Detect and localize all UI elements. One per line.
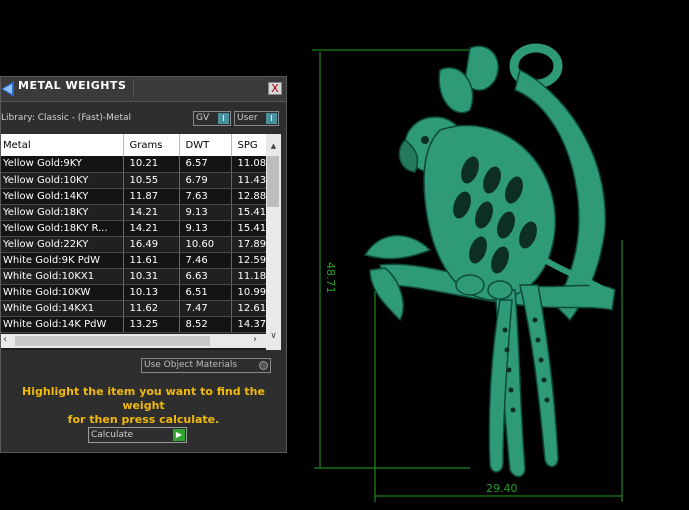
- cell-grams: 14.21: [123, 220, 180, 237]
- cell-metal: Yellow Gold:14KY: [1, 188, 124, 205]
- cell-grams: 11.87: [123, 188, 180, 205]
- cell-grams: 11.61: [123, 252, 180, 269]
- cell-grams: 14.21: [123, 204, 180, 221]
- cell-dwt: 6.57: [179, 156, 232, 173]
- table-horizontal-scrollbar[interactable]: ‹ ›: [1, 334, 266, 348]
- table-row[interactable]: Yellow Gold:18KY 14.21 9.13 15.41: [1, 204, 269, 221]
- cell-spg: 11.08: [231, 156, 269, 173]
- cell-dwt: 7.63: [179, 188, 232, 205]
- cell-metal: White Gold:14KX1: [1, 300, 124, 317]
- table-vertical-scrollbar[interactable]: ▲ ∨: [266, 134, 281, 350]
- cell-dwt: 9.13: [179, 204, 232, 221]
- table-row[interactable]: Yellow Gold:9KY 10.21 6.57 11.08: [1, 156, 269, 173]
- play-arrow-icon: ▶: [173, 429, 185, 441]
- gv-toggle-indicator: I: [218, 113, 229, 124]
- cell-metal: White Gold:10KX1: [1, 268, 124, 285]
- cell-spg: 10.99: [231, 284, 269, 301]
- use-object-materials-label: Use Object Materials: [144, 360, 238, 370]
- dimension-width-label: 29.40: [486, 482, 518, 495]
- cell-dwt: 7.46: [179, 252, 232, 269]
- cell-metal: White Gold:14K PdW: [1, 316, 124, 333]
- cell-dwt: 10.60: [179, 236, 232, 253]
- cell-dwt: 9.13: [179, 220, 232, 237]
- horizontal-scroll-thumb[interactable]: [15, 336, 210, 346]
- cell-spg: 14.37: [231, 316, 269, 333]
- cell-grams: 11.62: [123, 300, 180, 317]
- cell-metal: Yellow Gold:18KY R...: [1, 220, 124, 237]
- cell-grams: 10.31: [123, 268, 180, 285]
- table-row[interactable]: White Gold:14K PdW 13.25 8.52 14.37: [1, 316, 269, 333]
- table-row[interactable]: Yellow Gold:14KY 11.87 7.63 12.88: [1, 188, 269, 205]
- table-row[interactable]: Yellow Gold:10KY 10.55 6.79 11.43: [1, 172, 269, 189]
- app-logo-icon: [1, 81, 14, 97]
- cell-spg: 11.18: [231, 268, 269, 285]
- cell-grams: 13.25: [123, 316, 180, 333]
- close-button[interactable]: X: [268, 82, 282, 95]
- header-spg[interactable]: SPG: [231, 134, 269, 156]
- cell-spg: 12.88: [231, 188, 269, 205]
- cell-dwt: 7.47: [179, 300, 232, 317]
- table-row[interactable]: Yellow Gold:22KY 16.49 10.60 17.89: [1, 236, 269, 253]
- cell-metal: Yellow Gold:22KY: [1, 236, 124, 253]
- scroll-right-arrow-icon[interactable]: ›: [253, 334, 257, 345]
- cell-grams: 10.55: [123, 172, 180, 189]
- gv-toggle-label: GV: [196, 113, 210, 123]
- user-toggle-label: User: [237, 113, 258, 123]
- table-row[interactable]: White Gold:10KW 10.13 6.51 10.99: [1, 284, 269, 301]
- table-row[interactable]: White Gold:10KX1 10.31 6.63 11.18: [1, 268, 269, 285]
- cell-grams: 10.13: [123, 284, 180, 301]
- table-header-row: Metal Grams DWT SPG: [1, 134, 269, 156]
- cell-spg: 17.89: [231, 236, 269, 253]
- cell-spg: 15.41: [231, 220, 269, 237]
- calculate-button[interactable]: Calculate ▶: [88, 427, 187, 443]
- cell-spg: 11.43: [231, 172, 269, 189]
- library-label: Library: Classic - (Fast)-Metal: [1, 113, 132, 123]
- panel-title: METAL WEIGHTS: [18, 79, 127, 92]
- cell-metal: White Gold:9K PdW: [1, 252, 124, 269]
- instructions-line-1: Highlight the item you want to find the …: [22, 385, 265, 412]
- scroll-down-arrow-icon[interactable]: ∨: [266, 331, 281, 341]
- instructions-line-2: for then press calculate.: [67, 413, 220, 426]
- titlebar-divider: [133, 79, 264, 98]
- table-row[interactable]: Yellow Gold:18KY R... 14.21 9.13 15.41: [1, 220, 269, 237]
- radio-indicator-icon: [259, 361, 268, 370]
- header-dwt[interactable]: DWT: [179, 134, 232, 156]
- cell-metal: Yellow Gold:10KY: [1, 172, 124, 189]
- header-metal[interactable]: Metal: [1, 134, 124, 156]
- cell-grams: 10.21: [123, 156, 180, 173]
- cell-spg: 15.41: [231, 204, 269, 221]
- cell-dwt: 8.52: [179, 316, 232, 333]
- cell-metal: White Gold:10KW: [1, 284, 124, 301]
- scroll-left-arrow-icon[interactable]: ‹: [3, 334, 7, 345]
- use-object-materials-checkbox[interactable]: Use Object Materials: [141, 358, 271, 373]
- cell-dwt: 6.51: [179, 284, 232, 301]
- dimension-height-label: 48.71: [324, 262, 337, 294]
- user-toggle[interactable]: User I: [234, 111, 279, 126]
- table-row[interactable]: White Gold:9K PdW 11.61 7.46 12.59: [1, 252, 269, 269]
- cell-grams: 16.49: [123, 236, 180, 253]
- table-row[interactable]: White Gold:14KX1 11.62 7.47 12.61: [1, 300, 269, 317]
- metal-table[interactable]: Metal Grams DWT SPG Yellow Gold:9KY 10.21…: [1, 134, 281, 350]
- gv-toggle[interactable]: GV I: [193, 111, 231, 126]
- cell-dwt: 6.79: [179, 172, 232, 189]
- header-grams[interactable]: Grams: [123, 134, 180, 156]
- panel-titlebar[interactable]: METAL WEIGHTS X: [1, 77, 286, 102]
- cell-spg: 12.59: [231, 252, 269, 269]
- calculate-label: Calculate: [91, 430, 134, 440]
- instructions-text: Highlight the item you want to find the …: [3, 385, 284, 427]
- user-toggle-indicator: I: [266, 113, 277, 124]
- cell-spg: 12.61: [231, 300, 269, 317]
- cell-metal: Yellow Gold:18KY: [1, 204, 124, 221]
- vertical-scroll-thumb[interactable]: [267, 156, 279, 207]
- cell-dwt: 6.63: [179, 268, 232, 285]
- cell-metal: Yellow Gold:9KY: [1, 156, 124, 173]
- scroll-up-arrow-icon[interactable]: ▲: [266, 142, 281, 150]
- metal-weights-panel: METAL WEIGHTS X Library: Classic - (Fast…: [0, 76, 287, 453]
